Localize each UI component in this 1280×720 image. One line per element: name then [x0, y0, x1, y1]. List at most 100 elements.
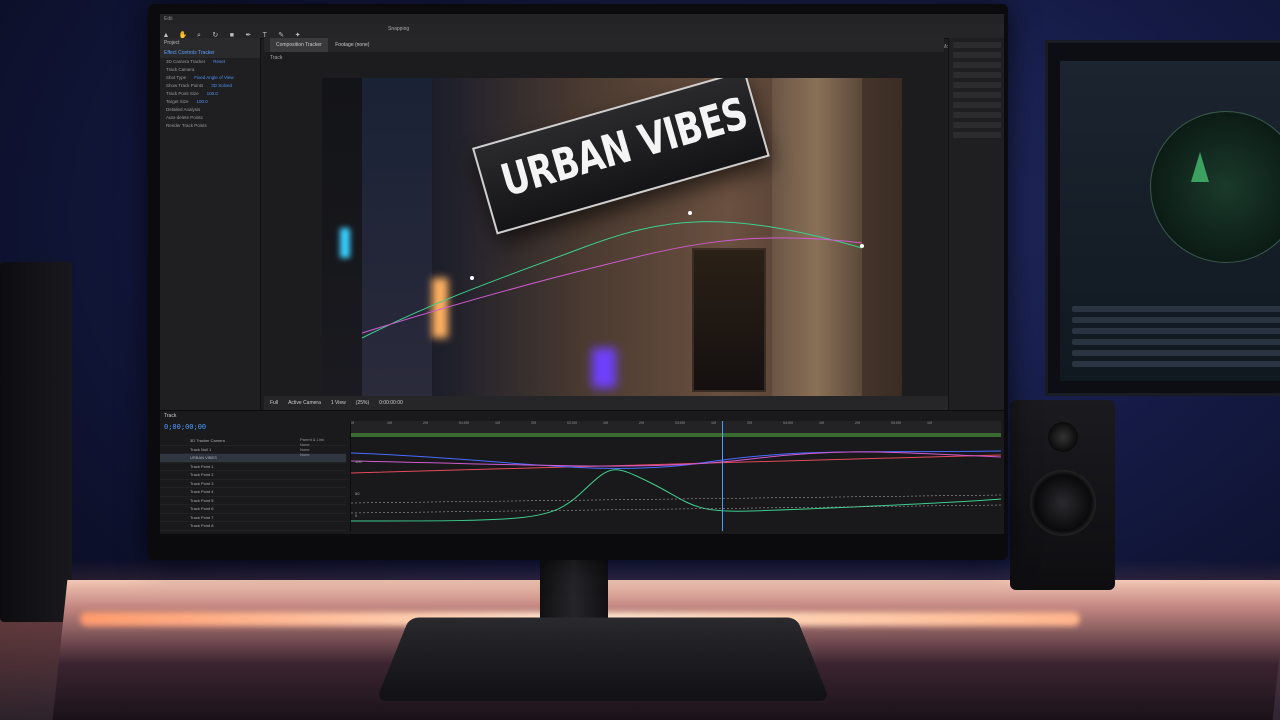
radar-blip-icon	[1191, 152, 1209, 182]
effect-value[interactable]: Fixed Angle of View	[194, 75, 233, 80]
ruler-tick: 04:00f	[783, 421, 793, 425]
radar-visualization	[1150, 111, 1280, 263]
timeline-panel: Track 0;00;00;00 3D Tracker Camera Track …	[160, 410, 1004, 534]
effect-row[interactable]: Track Camera	[160, 66, 260, 74]
graph-label: 100	[355, 459, 362, 464]
timecode-display[interactable]: 0;00;00;00	[164, 423, 206, 431]
list-item	[1072, 317, 1280, 323]
list-item	[1072, 306, 1280, 312]
effect-row[interactable]: 3D Camera Tracker Reset	[160, 58, 260, 66]
parent-value[interactable]: None	[300, 452, 346, 457]
viewer-control[interactable]: Full	[270, 400, 278, 406]
effect-row[interactable]: Detailed Analysis	[160, 106, 260, 114]
curve-green	[351, 469, 1001, 522]
ruler-tick: 20f	[531, 421, 536, 425]
ruler-tick: 20f	[855, 421, 860, 425]
list-item	[1072, 328, 1280, 334]
curve-blue	[351, 450, 1001, 469]
ruler-tick: 10f	[387, 421, 392, 425]
menu-edit[interactable]: Edit	[164, 16, 173, 22]
effect-value[interactable]: Reset	[213, 59, 225, 64]
secondary-monitor-screen	[1060, 61, 1280, 381]
tab-composition[interactable]: Composition Tracker	[270, 38, 328, 52]
composition-viewer[interactable]: URBAN VIBES	[322, 78, 902, 396]
ruler-tick: 20f	[639, 421, 644, 425]
graph-reference-line	[351, 504, 1001, 514]
main-monitor: Edit ▲ ✋ ⌕ ↻ ■ ✒ T ✎ ✦ Snapping DefaultR…	[148, 4, 1008, 560]
property-row[interactable]	[953, 112, 1001, 118]
effect-row[interactable]: Shot Type Fixed Angle of View	[160, 74, 260, 82]
composition-tabs: Composition Tracker Footage (none)	[264, 38, 944, 52]
property-row[interactable]	[953, 122, 1001, 128]
property-row[interactable]	[953, 42, 1001, 48]
tab-project[interactable]: Project	[160, 38, 260, 48]
effect-label: Auto-delete Points	[166, 115, 203, 120]
tab-footage[interactable]: Footage (none)	[329, 38, 375, 52]
effect-row[interactable]: Show Track Points 3D Solved	[160, 82, 260, 90]
list-item	[1072, 350, 1280, 356]
property-row[interactable]	[953, 62, 1001, 68]
right-speaker	[1010, 400, 1115, 590]
effect-label: Show Track Points	[166, 83, 204, 88]
tab-effect-controls[interactable]: Effect Controls Tracker	[160, 48, 260, 58]
list-item	[1072, 361, 1280, 367]
track-point	[688, 211, 692, 215]
effect-value[interactable]: 3D Solved	[211, 83, 232, 88]
motion-path-overlay	[361, 211, 864, 339]
effect-value[interactable]: 100.0	[197, 99, 208, 104]
property-row[interactable]	[953, 132, 1001, 138]
secondary-monitor	[1045, 40, 1280, 396]
property-row[interactable]	[953, 72, 1001, 78]
track-point	[470, 276, 474, 280]
effect-label: Track Camera	[166, 67, 195, 72]
ruler-tick: 10f	[603, 421, 608, 425]
ruler-tick: 10f	[819, 421, 824, 425]
viewer-control[interactable]: 0:00:00:00	[379, 400, 403, 406]
parent-column: Parent & Link None None None	[300, 437, 346, 534]
effect-row[interactable]: Target Size 100.0	[160, 98, 260, 106]
effect-label: 3D Camera Tracker	[166, 59, 206, 64]
ruler-tick: 10f	[711, 421, 716, 425]
left-speaker	[0, 262, 72, 622]
viewer-control[interactable]: (25%)	[356, 400, 369, 406]
ruler-tick: 01:00f	[459, 421, 469, 425]
effect-label: Shot Type	[166, 75, 187, 80]
ruler-tick: 02:00f	[567, 421, 577, 425]
effect-row[interactable]: Auto-delete Points	[160, 114, 260, 122]
property-row[interactable]	[953, 52, 1001, 58]
viewer-control[interactable]: 1 View	[331, 400, 346, 406]
effect-label: Target Size	[166, 99, 189, 104]
app-toolbar: ▲ ✋ ⌕ ↻ ■ ✒ T ✎ ✦ Snapping	[160, 24, 1004, 39]
property-row[interactable]	[953, 92, 1001, 98]
viewer-control[interactable]: Active Camera	[288, 400, 321, 406]
snapping-toggle[interactable]: Snapping	[388, 26, 409, 32]
effect-controls-panel: Project Effect Controls Tracker 3D Camer…	[160, 38, 261, 410]
composition-breadcrumb[interactable]: Track	[264, 52, 944, 64]
motion-path	[361, 237, 863, 334]
speaker-woofer	[1030, 470, 1096, 536]
graph-label: 50	[355, 491, 360, 496]
time-ruler[interactable]: 0f 10f 20f 01:00f 10f 20f 02:00f 10f 20f 03:00f 10…	[351, 421, 1001, 433]
effect-value[interactable]: 100.0	[207, 91, 218, 96]
main-monitor-screen: Edit ▲ ✋ ⌕ ↻ ■ ✒ T ✎ ✦ Snapping DefaultR…	[160, 14, 1004, 534]
ruler-tick: 20f	[423, 421, 428, 425]
monitor-stand-base	[375, 617, 831, 702]
graph-label: 0	[355, 513, 358, 518]
graph-editor[interactable]: 0f 10f 20f 01:00f 10f 20f 02:00f 10f 20f 03:00f 10…	[350, 421, 1001, 531]
property-row[interactable]	[953, 82, 1001, 88]
ruler-tick: 20f	[747, 421, 752, 425]
curve-red	[351, 454, 1001, 474]
ruler-tick: 10f	[927, 421, 932, 425]
ruler-tick: 0f	[351, 421, 354, 425]
timeline-tab[interactable]: Track	[164, 413, 176, 419]
effect-row[interactable]: Track Point Size 100.0	[160, 90, 260, 98]
speaker-tweeter	[1048, 422, 1078, 452]
list-item	[1072, 339, 1280, 345]
playhead[interactable]	[721, 421, 723, 531]
app-menubar: Edit	[160, 14, 1004, 24]
composition-panel: Composition Tracker Footage (none) Track…	[264, 38, 950, 410]
viewer-controls: Full Active Camera 1 View (25%) 0:00:00:00	[264, 396, 950, 410]
property-row[interactable]	[953, 102, 1001, 108]
effect-row[interactable]: Render Track Points	[160, 122, 260, 130]
effect-label: Track Point Size	[166, 91, 199, 96]
